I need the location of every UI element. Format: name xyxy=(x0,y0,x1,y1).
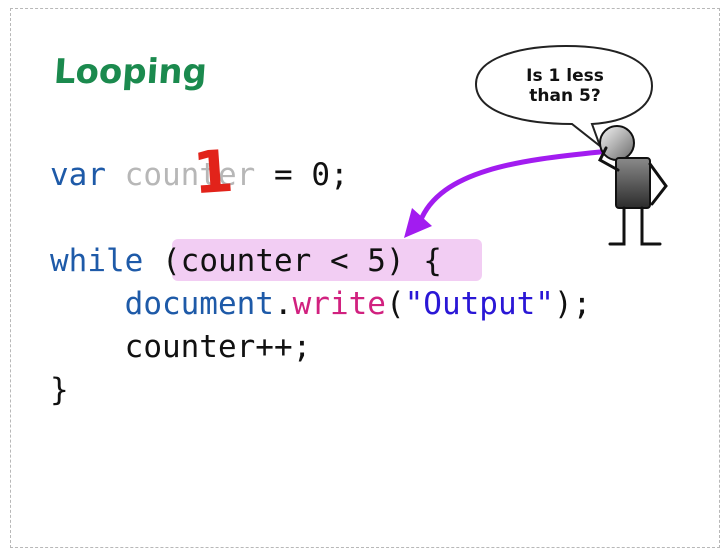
callout-line-1: Is 1 less xyxy=(526,66,604,86)
curved-arrow-icon xyxy=(404,149,603,238)
callout-question: Is 1 less than 5? xyxy=(510,66,620,106)
thinking-stick-figure-icon xyxy=(598,125,668,246)
callout-line-2: than 5? xyxy=(529,86,601,106)
